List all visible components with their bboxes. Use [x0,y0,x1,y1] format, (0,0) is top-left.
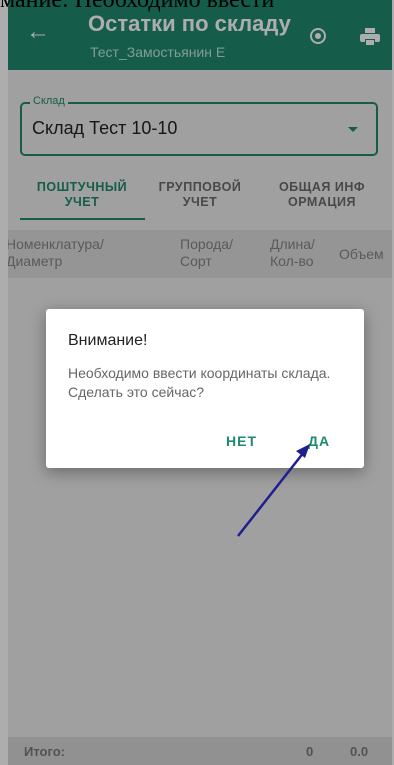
no-button[interactable]: НЕТ [226,433,257,449]
dialog-title: Внимание! [68,332,148,349]
alert-dialog: Внимание! Необходимо ввести координаты с… [46,309,364,468]
yes-button[interactable]: ДА [308,433,330,449]
dialog-message: Необходимо ввести координаты склада. Сде… [68,365,331,400]
top-caption-text: мание: Необходимо ввести [0,0,275,13]
